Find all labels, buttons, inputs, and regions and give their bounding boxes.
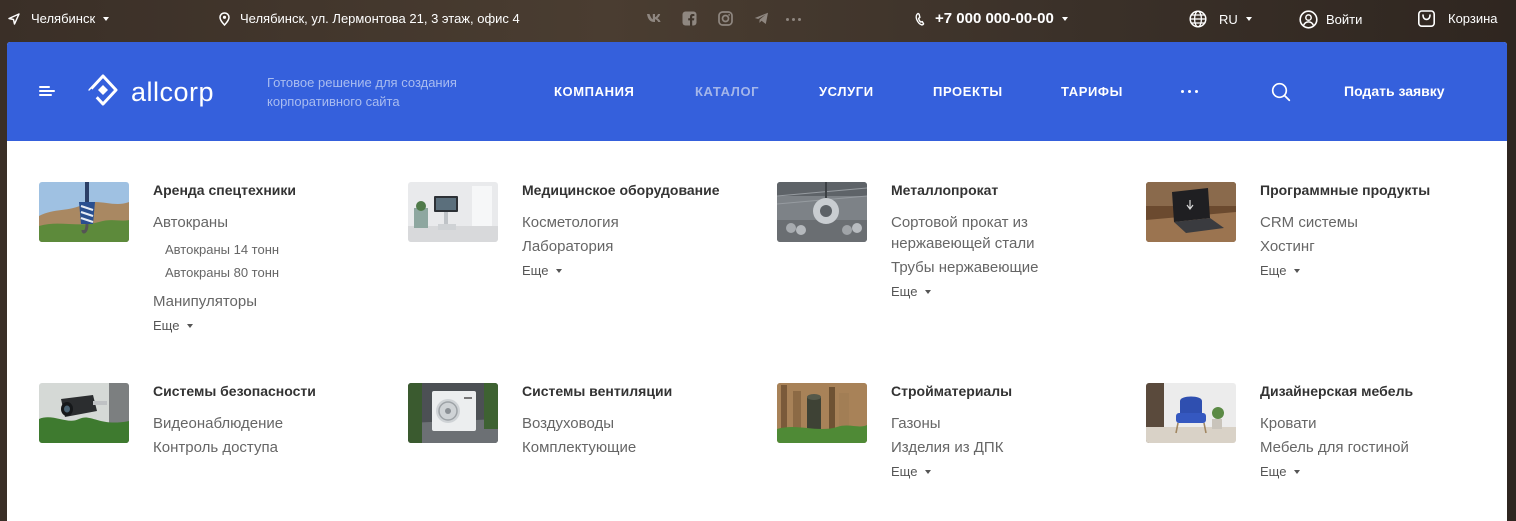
subcategory-link[interactable]: Трубы нержавеющие [891, 257, 1111, 278]
category-thumbnail[interactable] [1146, 182, 1236, 242]
category-thumbnail[interactable] [39, 182, 129, 242]
more-dots-icon[interactable] [786, 18, 801, 21]
nav-item-catalog[interactable]: КАТАЛОГ [695, 84, 759, 99]
more-dropdown[interactable]: Еще [891, 464, 932, 479]
more-label: Еще [1260, 464, 1287, 479]
category-title[interactable]: Системы вентиляции [522, 383, 742, 399]
nav-item-projects[interactable]: ПРОЕКТЫ [933, 84, 1003, 99]
logo-text: allcorp [131, 76, 215, 107]
shopping-bag-icon [1417, 10, 1435, 27]
phone-number: +7 000 000-00-00 [935, 10, 1054, 27]
allcorp-logo-icon [88, 74, 118, 106]
category-title[interactable]: Системы безопасности [153, 383, 373, 399]
subcategory-link[interactable]: Контроль доступа [153, 437, 373, 458]
search-icon[interactable] [1271, 82, 1291, 107]
chevron-down-icon [925, 289, 932, 294]
cart-link[interactable]: Корзина [1417, 9, 1498, 28]
category-thumbnail[interactable] [777, 182, 867, 242]
more-label: Еще [1260, 263, 1287, 278]
category-thumbnail[interactable] [408, 383, 498, 443]
subcategory-link[interactable]: Мебель для гостиной [1260, 437, 1480, 458]
user-icon [1299, 10, 1318, 29]
category-title[interactable]: Программные продукты [1260, 182, 1480, 198]
subcategory-link[interactable]: Сортовой прокат из нержавеющей стали [891, 212, 1061, 254]
facebook-icon[interactable] [682, 11, 697, 26]
site-header: allcorp Готовое решение для создания кор… [7, 42, 1507, 141]
subcategory-link[interactable]: Комплектующие [522, 437, 742, 458]
chevron-down-icon [103, 16, 110, 21]
address-text: Челябинск, ул. Лермонтова 21, 3 этаж, оф… [240, 11, 520, 26]
subcategory-link[interactable]: Автокраны 14 тонн [165, 238, 373, 261]
chevron-down-icon [556, 268, 563, 273]
address: Челябинск, ул. Лермонтова 21, 3 этаж, оф… [219, 11, 520, 26]
subcategory-link[interactable]: Видеонаблюдение [153, 413, 373, 434]
subcategory-link[interactable]: CRM системы [1260, 212, 1480, 233]
location-arrow-icon [8, 12, 20, 25]
menu-burger-icon[interactable] [39, 86, 55, 96]
nav-more-icon[interactable] [1181, 90, 1198, 93]
subcategory-link[interactable]: Манипуляторы [153, 291, 373, 312]
phone-selector[interactable]: +7 000 000-00-00 [915, 10, 1068, 27]
instagram-icon[interactable] [718, 11, 733, 26]
more-dropdown[interactable]: Еще [153, 318, 194, 333]
chevron-down-icon [1245, 17, 1252, 21]
category-title[interactable]: Металлопрокат [891, 182, 1111, 198]
city-name: Челябинск [31, 11, 96, 26]
submit-request-button[interactable]: Подать заявку [1344, 83, 1445, 99]
more-dropdown[interactable]: Еще [522, 263, 563, 278]
nav-item-company[interactable]: КОМПАНИЯ [554, 84, 634, 99]
category-thumbnail[interactable] [777, 383, 867, 443]
chevron-down-icon [1294, 469, 1301, 474]
more-dropdown[interactable]: Еще [1260, 464, 1301, 479]
subcategory-link[interactable]: Воздуховоды [522, 413, 742, 434]
subcategory-link[interactable]: Косметология [522, 212, 742, 233]
category-thumbnail[interactable] [408, 182, 498, 242]
subcategory-link[interactable]: Изделия из ДПК [891, 437, 1111, 458]
chevron-down-icon [1061, 16, 1068, 21]
phone-icon [915, 12, 925, 26]
category-title[interactable]: Стройматериалы [891, 383, 1111, 399]
nav-item-services[interactable]: УСЛУГИ [819, 84, 874, 99]
more-dropdown[interactable]: Еще [1260, 263, 1301, 278]
category-title[interactable]: Медицинское оборудование [522, 182, 742, 198]
category-thumbnail[interactable] [1146, 383, 1236, 443]
login-label: Войти [1326, 12, 1363, 27]
chevron-down-icon [925, 469, 932, 474]
vk-icon[interactable] [646, 12, 662, 24]
cart-label: Корзина [1448, 11, 1498, 26]
language-code: RU [1219, 11, 1238, 27]
chevron-down-icon [187, 323, 194, 328]
subcategory-link[interactable]: Хостинг [1260, 236, 1480, 257]
language-selector[interactable]: RU [1189, 10, 1252, 28]
site-tagline: Готовое решение для создания корпоративн… [267, 75, 457, 109]
more-dropdown[interactable]: Еще [891, 284, 932, 299]
category-thumbnail[interactable] [39, 383, 129, 443]
subcategory-link[interactable]: Газоны [891, 413, 1111, 434]
subcategory-link[interactable]: Автокраны 80 тонн [165, 261, 373, 284]
main-panel: allcorp Готовое решение для создания кор… [7, 42, 1507, 521]
globe-icon [1189, 10, 1207, 28]
map-pin-icon [219, 11, 230, 26]
login-link[interactable]: Войти [1299, 10, 1362, 29]
more-label: Еще [891, 464, 918, 479]
subcategory-link[interactable]: Автокраны [153, 212, 373, 233]
subcategory-link[interactable]: Кровати [1260, 413, 1480, 434]
more-label: Еще [522, 263, 549, 278]
telegram-icon[interactable] [754, 12, 769, 25]
nav-item-tariffs[interactable]: ТАРИФЫ [1061, 84, 1123, 99]
city-selector[interactable]: Челябинск [8, 11, 110, 26]
chevron-down-icon [1294, 268, 1301, 273]
subcategory-link[interactable]: Лаборатория [522, 236, 742, 257]
site-logo[interactable]: allcorp [87, 73, 214, 111]
category-title[interactable]: Аренда спецтехники [153, 182, 373, 198]
more-label: Еще [891, 284, 918, 299]
top-bar: Челябинск Челябинск, ул. Лермонтова 21, … [0, 0, 1516, 40]
more-label: Еще [153, 318, 180, 333]
category-title[interactable]: Дизайнерская мебель [1260, 383, 1480, 399]
